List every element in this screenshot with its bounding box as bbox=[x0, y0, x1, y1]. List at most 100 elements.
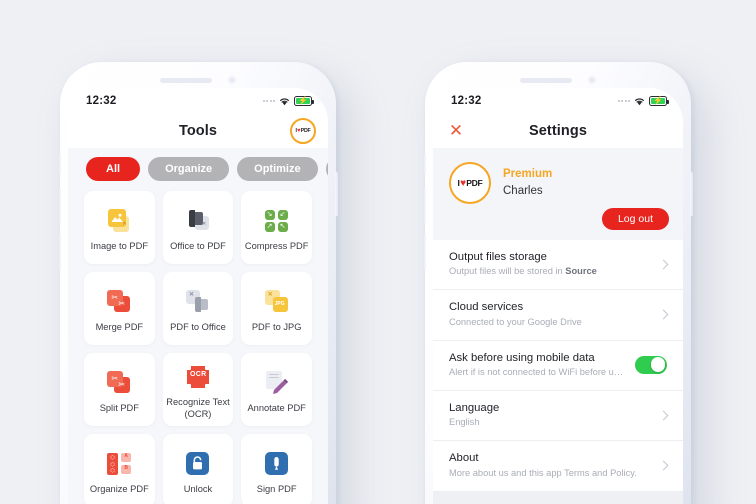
phone-left-volume-up-button[interactable] bbox=[58, 188, 61, 224]
ilovepdf-logo-icon[interactable]: I ♥ PDF bbox=[290, 118, 316, 144]
signal-dots-icon bbox=[617, 100, 630, 102]
settings-row-subtitle: Connected to your Google Drive bbox=[449, 316, 582, 327]
tool-label: Split PDF bbox=[99, 402, 139, 413]
tool-label: Image to PDF bbox=[90, 240, 148, 251]
ocr-icon: OCR bbox=[185, 363, 210, 391]
account-card: I ♥ PDF Premium Charles Log out bbox=[433, 148, 683, 240]
tool-card-merge-pdf[interactable]: ✂ ✂ Merge PDF bbox=[84, 272, 155, 345]
tools-content: All Organize Optimize Conve bbox=[68, 148, 328, 504]
settings-row-output-files-storage[interactable]: Output files storage Output files will b… bbox=[433, 240, 683, 291]
tool-card-office-to-pdf[interactable]: ✕ Office to PDF bbox=[162, 191, 234, 264]
organize-pdf-icon: ⬡ ⬡ ⬡ A B bbox=[106, 450, 132, 478]
split-pdf-icon: ✂ ✂ bbox=[105, 369, 133, 397]
right-navbar: ✕ Settings bbox=[433, 114, 683, 148]
ilovepdf-logo-icon: I ♥ PDF bbox=[449, 162, 491, 204]
left-navbar: Tools I ♥ PDF bbox=[68, 114, 328, 148]
tool-label: Recognize Text (OCR) bbox=[166, 397, 230, 419]
tool-label: Organize PDF bbox=[89, 483, 149, 494]
tool-label: Unlock bbox=[183, 483, 213, 494]
tool-label: PDF to Office bbox=[170, 321, 226, 332]
tool-label: Compress PDF bbox=[244, 240, 309, 251]
settings-row-title: Language bbox=[449, 401, 500, 414]
filter-chip-organize[interactable]: Organize bbox=[148, 157, 230, 181]
signal-dots-icon bbox=[262, 100, 275, 102]
phone-left-tools: 12:32 ⚡ Tools I ♥ PDF All Organize Optim… bbox=[58, 62, 338, 504]
close-icon[interactable]: ✕ bbox=[447, 122, 465, 140]
phone-right-volume-down-button[interactable] bbox=[423, 234, 426, 270]
screenshot-stage: 12:32 ⚡ Tools I ♥ PDF All Organize Optim… bbox=[0, 0, 756, 504]
settings-row-ask-before-mobile-data[interactable]: Ask before using mobile data Alert if is… bbox=[433, 341, 683, 391]
settings-row-language[interactable]: Language English bbox=[433, 391, 683, 442]
annotate-pdf-icon bbox=[263, 369, 291, 397]
filter-chip-all[interactable]: All bbox=[86, 157, 141, 181]
tool-card-sign-pdf[interactable]: Sign PDF bbox=[241, 434, 312, 504]
account-plan-label: Premium bbox=[503, 168, 553, 181]
tool-card-annotate-pdf[interactable]: Annotate PDF bbox=[241, 353, 312, 426]
compress-pdf-icon: ↘ ↙ ↗ ↖ bbox=[264, 207, 289, 235]
settings-content: I ♥ PDF Premium Charles Log out Output f… bbox=[433, 148, 683, 504]
settings-row-title: Output files storage bbox=[449, 251, 547, 263]
settings-row-subtitle: More about us and this app Terms and Pol… bbox=[449, 467, 637, 478]
phone-right-notch bbox=[425, 76, 691, 84]
filter-chip-optimize[interactable]: Optimize bbox=[237, 157, 318, 181]
tool-card-pdf-to-jpg[interactable]: ✕ JPG PDF to JPG bbox=[241, 272, 312, 345]
tool-label: Office to PDF bbox=[170, 240, 226, 251]
settings-row-title: About bbox=[449, 452, 479, 465]
tool-card-recognize-text-ocr[interactable]: OCR Recognize Text (OCR) bbox=[162, 353, 234, 426]
phone-right-power-button[interactable] bbox=[690, 172, 693, 216]
wifi-icon bbox=[279, 97, 290, 106]
tool-label: Annotate PDF bbox=[247, 402, 306, 413]
heart-icon: ♥ bbox=[460, 177, 466, 189]
logo-text-right: PDF bbox=[466, 178, 483, 188]
settings-row-cloud-services[interactable]: Cloud services Connected to your Google … bbox=[433, 290, 683, 341]
pdf-to-jpg-icon: ✕ JPG bbox=[263, 288, 291, 316]
unlock-icon bbox=[186, 450, 210, 478]
tool-card-compress-pdf[interactable]: ↘ ↙ ↗ ↖ Compress PDF bbox=[241, 191, 312, 264]
tool-label: Merge PDF bbox=[95, 321, 144, 332]
tool-card-image-to-pdf[interactable]: ✕ Image to PDF bbox=[84, 191, 155, 264]
settings-row-subtitle: Alert if is not connected to WiFi before… bbox=[449, 367, 627, 377]
phone-right-mute-button[interactable] bbox=[423, 154, 426, 174]
tool-card-pdf-to-office[interactable]: ✕ PDF to Office bbox=[162, 272, 234, 345]
phone-left-mute-button[interactable] bbox=[58, 154, 61, 174]
phone-right-settings: 12:32 ⚡ ✕ Settings I ♥ PDF Premium Charl… bbox=[423, 62, 693, 504]
page-title: Tools bbox=[178, 123, 218, 139]
tool-card-organize-pdf[interactable]: ⬡ ⬡ ⬡ A B Organize PDF bbox=[84, 434, 155, 504]
phone-left-volume-down-button[interactable] bbox=[58, 234, 61, 270]
sign-pdf-icon bbox=[265, 450, 289, 478]
settings-row-subtitle: Output files will be stored in Source bbox=[449, 266, 597, 277]
battery-charging-icon: ⚡ bbox=[649, 96, 669, 106]
tool-card-unlock[interactable]: Unlock bbox=[162, 434, 234, 504]
settings-row-subtitle: English bbox=[449, 417, 480, 428]
settings-list: Output files storage Output files will b… bbox=[433, 240, 683, 492]
office-to-pdf-icon: ✕ bbox=[184, 207, 212, 235]
log-out-button[interactable]: Log out bbox=[601, 208, 669, 230]
chevron-right-icon bbox=[658, 410, 669, 421]
account-name: Charles bbox=[503, 185, 543, 198]
status-time: 12:32 bbox=[451, 95, 482, 107]
chevron-right-icon bbox=[658, 460, 669, 471]
logo-text-right: PDF bbox=[300, 128, 311, 134]
chevron-right-icon bbox=[658, 259, 669, 270]
tools-grid: ✕ Image to PDF ✕ Office to PDF ↘ ↙ ↗ ↖ C… bbox=[68, 191, 328, 504]
phone-right-volume-up-button[interactable] bbox=[423, 188, 426, 224]
tool-card-split-pdf[interactable]: ✂ ✂ Split PDF bbox=[84, 353, 155, 426]
page-title: Settings bbox=[529, 123, 587, 139]
filter-chip-row[interactable]: All Organize Optimize Conve bbox=[68, 148, 328, 191]
mobile-data-toggle[interactable] bbox=[635, 355, 667, 374]
wifi-icon bbox=[634, 97, 645, 106]
settings-row-about[interactable]: About More about us and this app Terms a… bbox=[433, 441, 683, 492]
status-time: 12:32 bbox=[86, 95, 117, 107]
left-status-bar: 12:32 ⚡ bbox=[68, 88, 328, 114]
tool-label: PDF to JPG bbox=[251, 321, 302, 332]
front-camera-icon bbox=[588, 76, 596, 84]
settings-row-title: Ask before using mobile data bbox=[449, 351, 595, 364]
battery-charging-icon: ⚡ bbox=[294, 96, 314, 106]
chevron-right-icon bbox=[658, 309, 669, 320]
earpiece-speaker bbox=[520, 77, 572, 83]
phone-left-power-button[interactable] bbox=[335, 172, 338, 216]
settings-row-title: Cloud services bbox=[449, 301, 524, 314]
right-screen: 12:32 ⚡ ✕ Settings I ♥ PDF Premium Charl… bbox=[433, 88, 683, 504]
filter-chip-convert[interactable]: Conve bbox=[325, 157, 328, 181]
merge-pdf-icon: ✂ ✂ bbox=[105, 288, 133, 316]
